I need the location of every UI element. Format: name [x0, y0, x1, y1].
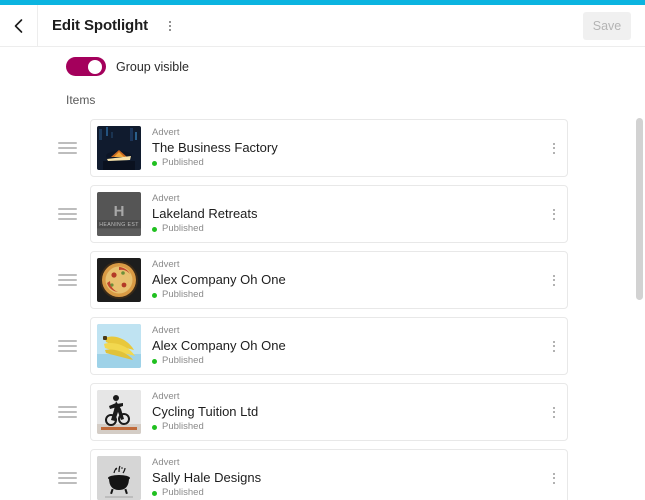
list-item: Advert The Business Factory Published	[0, 115, 645, 181]
item-card[interactable]: Advert The Business Factory Published	[90, 119, 568, 177]
item-overflow-menu-button[interactable]	[541, 251, 567, 309]
item-card[interactable]: Advert Alex Company Oh One Published	[90, 317, 568, 375]
status-dot-icon	[152, 226, 157, 232]
status-dot-icon	[152, 160, 157, 166]
status-dot-icon	[152, 292, 157, 298]
drag-handle-icon[interactable]	[58, 274, 88, 286]
status-label: Published	[162, 487, 204, 498]
item-text-block: Advert Alex Company Oh One Published	[152, 325, 541, 367]
item-thumbnail	[97, 126, 141, 170]
item-text-block: Advert Alex Company Oh One Published	[152, 259, 541, 301]
item-title: Sally Hale Designs	[152, 470, 262, 485]
status-label: Published	[162, 223, 204, 234]
item-text-block: Advert The Business Factory Published	[152, 127, 541, 169]
item-kicker: Advert	[152, 325, 180, 336]
item-kicker: Advert	[152, 457, 180, 468]
status-dot-icon	[152, 358, 157, 364]
drag-handle-icon[interactable]	[58, 340, 88, 352]
toggle-knob	[88, 59, 102, 74]
item-kicker: Advert	[152, 259, 180, 270]
item-title: Lakeland Retreats	[152, 206, 258, 221]
item-text-block: Advert Lakeland Retreats Published	[152, 193, 541, 235]
item-text-block: Advert Cycling Tuition Ltd Published	[152, 391, 541, 433]
save-button[interactable]: Save	[583, 11, 631, 40]
item-kicker: Advert	[152, 193, 180, 204]
status-dot-icon	[152, 424, 157, 430]
app-header: Edit Spotlight Save	[0, 4, 645, 47]
item-thumbnail	[97, 324, 141, 368]
item-thumbnail: H HEANING EST	[97, 192, 141, 236]
status-label: Published	[162, 157, 204, 168]
app-root: Edit Spotlight Save Group visible Items …	[0, 0, 645, 500]
item-card[interactable]: H HEANING EST Advert Lakeland Retreats Publi…	[90, 185, 568, 243]
vertical-scrollbar-thumb[interactable]	[636, 118, 643, 300]
item-overflow-menu-button[interactable]	[541, 185, 567, 243]
status-badge: Published	[152, 421, 541, 433]
item-thumbnail	[97, 456, 141, 500]
item-thumbnail	[97, 258, 141, 302]
back-button[interactable]	[0, 4, 38, 47]
items-list: Advert The Business Factory Published H HEAN…	[0, 115, 645, 500]
item-kicker: Advert	[152, 391, 180, 402]
drag-handle-icon[interactable]	[58, 406, 88, 418]
items-section-label: Items	[66, 93, 96, 107]
item-title: Alex Company Oh One	[152, 272, 286, 287]
chevron-left-icon	[13, 18, 24, 34]
list-item: Advert Sally Hale Designs Published	[0, 445, 645, 500]
kebab-menu-icon	[169, 20, 172, 23]
svg-text:H: H	[114, 203, 125, 220]
group-visible-row: Group visible	[66, 57, 645, 76]
group-visible-toggle[interactable]	[66, 57, 106, 76]
drag-handle-icon[interactable]	[58, 142, 88, 154]
item-overflow-menu-button[interactable]	[541, 119, 567, 177]
item-thumbnail	[97, 390, 141, 434]
status-label: Published	[162, 421, 204, 432]
item-title: Alex Company Oh One	[152, 338, 286, 353]
status-badge: Published	[152, 223, 541, 235]
status-badge: Published	[152, 355, 541, 367]
item-overflow-menu-button[interactable]	[541, 383, 567, 441]
item-kicker: Advert	[152, 127, 180, 138]
page-title: Edit Spotlight	[52, 17, 149, 34]
drag-handle-icon[interactable]	[58, 472, 88, 484]
item-title: Cycling Tuition Ltd	[152, 404, 259, 419]
content-scroll-area: Group visible Items Advert The Business F…	[0, 48, 645, 500]
drag-handle-icon[interactable]	[58, 208, 88, 220]
status-dot-icon	[152, 490, 157, 496]
header-overflow-menu-button[interactable]	[162, 5, 178, 47]
status-badge: Published	[152, 289, 541, 301]
item-overflow-menu-button[interactable]	[541, 449, 567, 500]
list-item: Advert Alex Company Oh One Published	[0, 247, 645, 313]
item-title: The Business Factory	[152, 140, 278, 155]
list-item: Advert Cycling Tuition Ltd Published	[0, 379, 645, 445]
group-visible-label: Group visible	[116, 59, 189, 74]
item-card[interactable]: Advert Sally Hale Designs Published	[90, 449, 568, 500]
item-text-block: Advert Sally Hale Designs Published	[152, 457, 541, 499]
list-item: Advert Alex Company Oh One Published	[0, 313, 645, 379]
item-card[interactable]: Advert Alex Company Oh One Published	[90, 251, 568, 309]
status-badge: Published	[152, 157, 541, 169]
svg-text:HEANING EST: HEANING EST	[99, 222, 139, 228]
status-badge: Published	[152, 487, 541, 499]
item-overflow-menu-button[interactable]	[541, 317, 567, 375]
list-item: H HEANING EST Advert Lakeland Retreats Publi…	[0, 181, 645, 247]
status-label: Published	[162, 355, 204, 366]
item-card[interactable]: Advert Cycling Tuition Ltd Published	[90, 383, 568, 441]
vertical-scrollbar-track[interactable]	[636, 48, 643, 500]
status-label: Published	[162, 289, 204, 300]
